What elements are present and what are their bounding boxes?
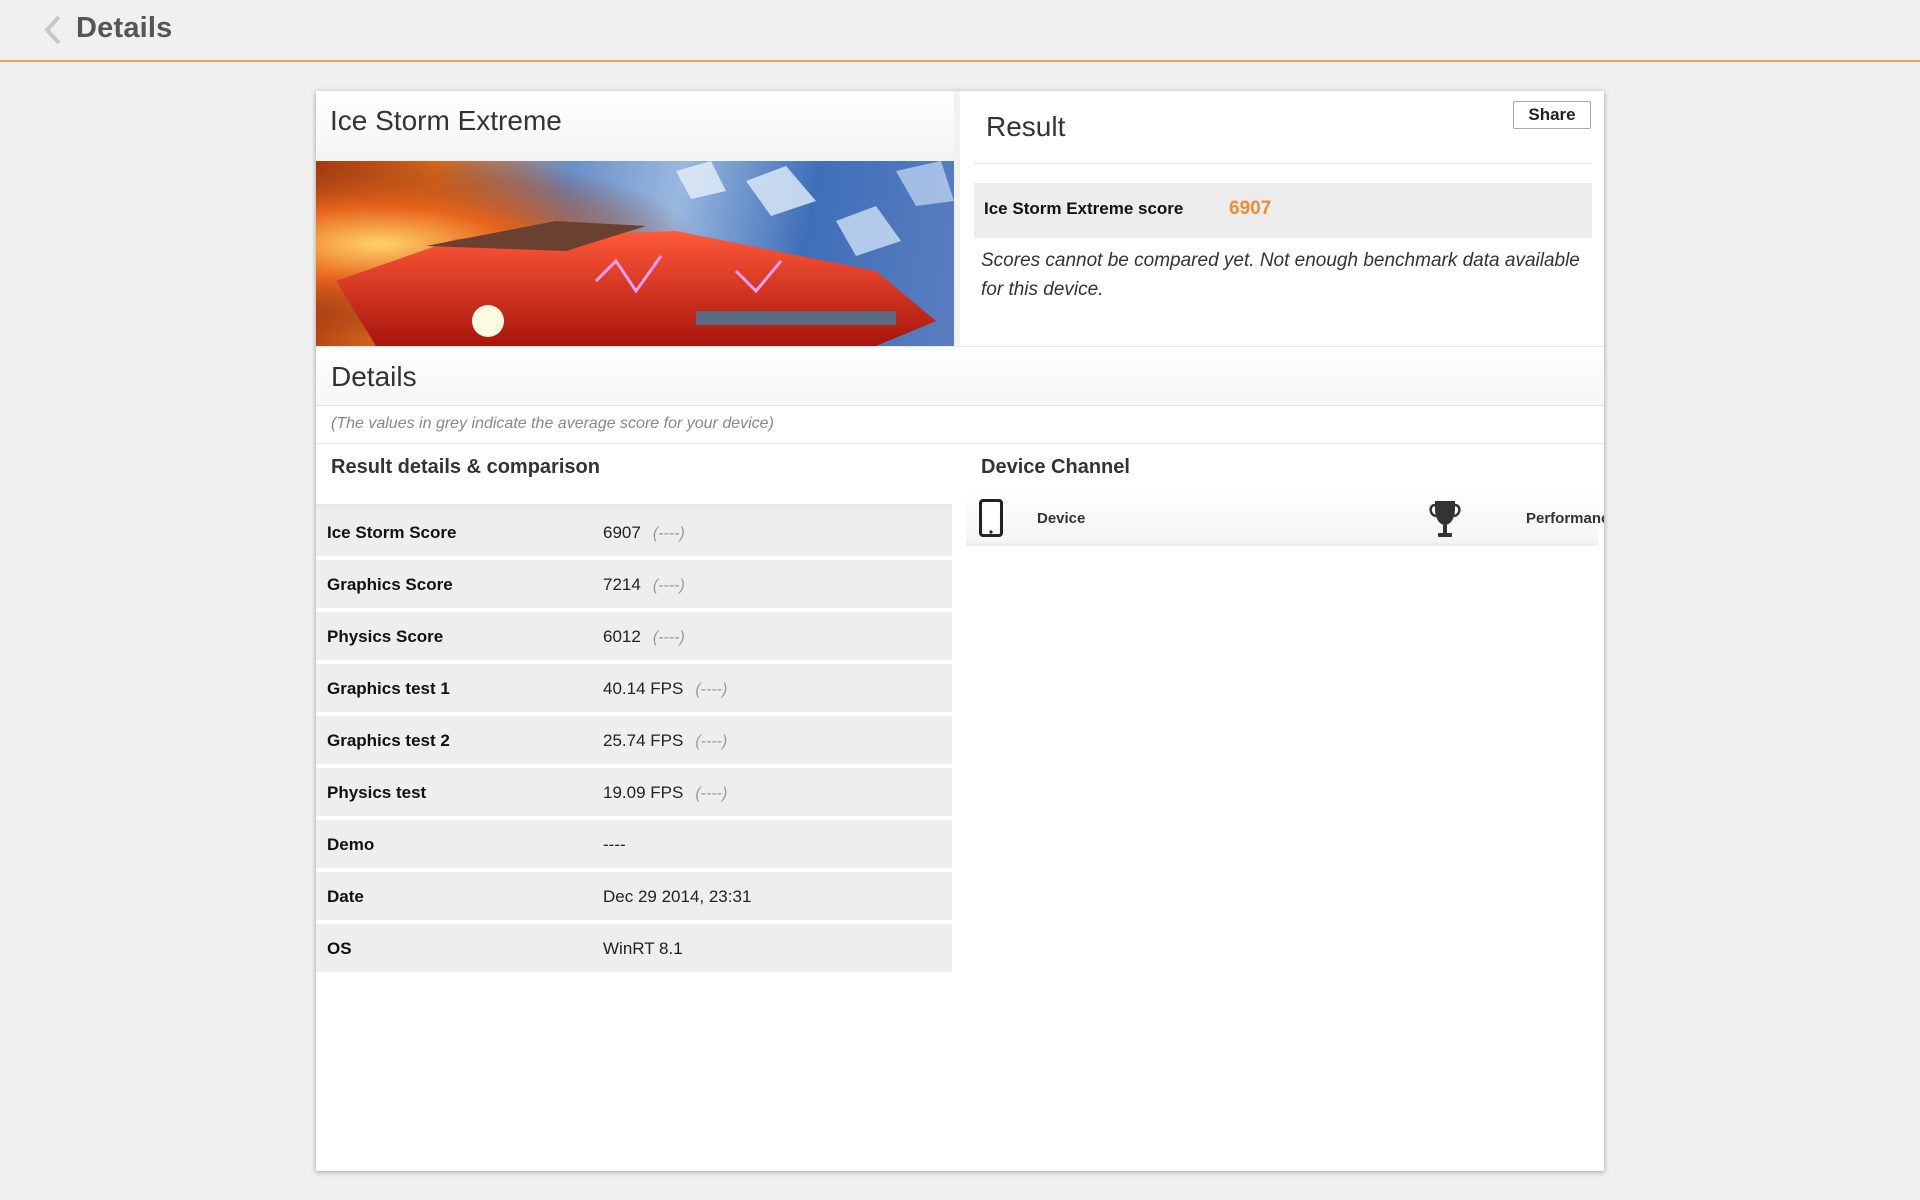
test-header: Ice Storm Extreme bbox=[316, 91, 954, 161]
row-score: 6907 bbox=[603, 523, 641, 542]
table-row: Date Dec 29 2014, 23:31 bbox=[316, 872, 952, 924]
result-divider bbox=[974, 163, 1592, 164]
chevron-left-icon bbox=[44, 15, 61, 45]
row-label: Graphics test 1 bbox=[327, 679, 450, 698]
row-score: 25.74 FPS bbox=[603, 731, 684, 750]
score-label: Ice Storm Extreme score bbox=[984, 199, 1184, 218]
device-column-label: Device bbox=[1037, 510, 1086, 527]
row-label: Demo bbox=[327, 835, 375, 854]
row-label: OS bbox=[327, 939, 352, 958]
row-label: Graphics Score bbox=[327, 575, 453, 594]
row-value: ---- bbox=[603, 835, 638, 855]
row-label: Physics test bbox=[327, 783, 427, 802]
trophy-icon bbox=[1429, 501, 1461, 537]
grey-values-note: (The values in grey indicate the average… bbox=[316, 406, 1604, 444]
row-label: Date bbox=[327, 887, 364, 906]
details-header: Details bbox=[316, 346, 1604, 406]
score-value: 6907 bbox=[1229, 198, 1272, 219]
row-average: (----) bbox=[695, 733, 728, 750]
row-average: (----) bbox=[695, 785, 728, 802]
device-channel-header: Device Performance bbox=[966, 491, 1604, 546]
grey-note-text: (The values in grey indicate the average… bbox=[331, 415, 774, 432]
row-value: 6012 (----) bbox=[603, 627, 685, 647]
result-card: Ice Storm Extreme Result Share Ice Storm… bbox=[316, 91, 1604, 1171]
row-average: (----) bbox=[652, 629, 685, 646]
page-title: Details bbox=[76, 12, 173, 44]
row-score: 6012 bbox=[603, 627, 641, 646]
row-average: (----) bbox=[695, 681, 728, 698]
row-score: 7214 bbox=[603, 575, 641, 594]
row-value: 7214 (----) bbox=[603, 575, 685, 595]
table-row: Graphics Score 7214 (----) bbox=[316, 560, 952, 612]
table-row: OS WinRT 8.1 bbox=[316, 924, 952, 976]
row-label: Ice Storm Score bbox=[327, 523, 457, 542]
row-value: Dec 29 2014, 23:31 bbox=[603, 887, 763, 907]
row-value: 6907 (----) bbox=[603, 523, 685, 543]
row-score: 19.09 FPS bbox=[603, 783, 684, 802]
test-title: Ice Storm Extreme bbox=[330, 105, 562, 136]
table-row: Physics Score 6012 (----) bbox=[316, 612, 952, 664]
back-button[interactable] bbox=[36, 12, 70, 48]
device-channel-title: Device Channel bbox=[981, 456, 1130, 478]
row-score: WinRT 8.1 bbox=[603, 939, 683, 958]
test-banner-image bbox=[316, 161, 954, 346]
banner-artwork bbox=[316, 161, 954, 346]
row-score: Dec 29 2014, 23:31 bbox=[603, 887, 752, 906]
row-label: Graphics test 2 bbox=[327, 731, 450, 750]
row-average: (----) bbox=[652, 525, 685, 542]
result-details-table: Ice Storm Score 6907 (----) Graphics Scor… bbox=[316, 508, 952, 976]
row-value: WinRT 8.1 bbox=[603, 939, 695, 959]
share-button[interactable]: Share bbox=[1513, 101, 1591, 129]
row-label: Physics Score bbox=[327, 627, 444, 646]
result-details-title: Result details & comparison bbox=[331, 456, 600, 478]
performance-column-label: Performance bbox=[1526, 510, 1604, 527]
row-value: 40.14 FPS (----) bbox=[603, 679, 727, 699]
row-value: 19.09 FPS (----) bbox=[603, 783, 727, 803]
app-bar: Details bbox=[0, 0, 1920, 62]
row-score: ---- bbox=[603, 835, 626, 854]
compare-note: Scores cannot be compared yet. Not enoug… bbox=[981, 250, 1580, 300]
result-title: Result bbox=[986, 111, 1066, 142]
table-row: Graphics test 1 40.14 FPS (----) bbox=[316, 664, 952, 716]
row-value: 25.74 FPS (----) bbox=[603, 731, 727, 751]
phone-icon bbox=[979, 499, 1003, 537]
table-row: Ice Storm Score 6907 (----) bbox=[316, 508, 952, 560]
details-title: Details bbox=[331, 361, 417, 392]
table-row: Physics test 19.09 FPS (----) bbox=[316, 768, 952, 820]
score-row: Ice Storm Extreme score 6907 bbox=[974, 183, 1592, 238]
table-row: Graphics test 2 25.74 FPS (----) bbox=[316, 716, 952, 768]
table-row: Demo ---- bbox=[316, 820, 952, 872]
row-average: (----) bbox=[652, 577, 685, 594]
row-score: 40.14 FPS bbox=[603, 679, 684, 698]
